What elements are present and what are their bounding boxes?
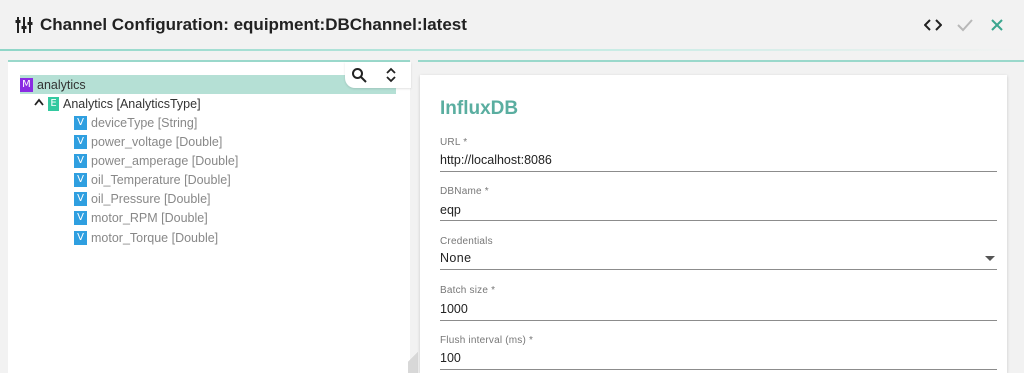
window-title: Channel Configuration: equipment:DBChann… (40, 15, 467, 34)
code-icon[interactable] (922, 14, 944, 36)
url-input[interactable]: http://localhost:8086 (440, 153, 552, 167)
variable-badge: V (74, 115, 87, 130)
variable-label: power_voltage [Double] (91, 134, 223, 149)
chevron-down-icon[interactable] (985, 256, 995, 261)
url-field-label: URL * (440, 137, 468, 148)
tree-node-entity[interactable]: E Analytics [AnalyticsType] (32, 94, 201, 113)
flush-interval-field-label: Flush interval (ms) * (440, 335, 534, 346)
entity-label: Analytics [AnalyticsType] (63, 96, 201, 111)
tree-node-variable[interactable]: V power_amperage [Double] (74, 151, 238, 170)
search-icon[interactable] (345, 63, 373, 87)
chevron-up-icon[interactable] (32, 98, 46, 109)
variable-badge: V (74, 230, 87, 245)
variable-label: power_amperage [Double] (91, 153, 239, 168)
entity-badge: E (48, 96, 59, 111)
batch-size-field-label: Batch size * (440, 285, 496, 296)
close-icon[interactable] (986, 14, 1008, 36)
batch-size-input[interactable]: 1000 (440, 302, 468, 316)
variable-label: oil_Pressure [Double] (91, 191, 211, 206)
dbname-field-label: DBName * (440, 186, 489, 197)
tree-node-variable[interactable]: V deviceType [String] (74, 113, 197, 132)
batch-size-underline (440, 320, 997, 321)
variable-badge: V (74, 153, 87, 168)
credentials-select[interactable]: None (440, 251, 471, 265)
tree-toolbar (345, 62, 411, 88)
variable-badge: V (74, 172, 87, 187)
model-label: analytics (37, 77, 86, 92)
tree-node-variable[interactable]: V motor_RPM [Double] (74, 208, 208, 227)
sliders-icon (15, 17, 33, 33)
card-title: InfluxDB (440, 98, 519, 119)
variable-label: motor_Torque [Double] (91, 230, 219, 245)
title-accent-line (0, 49, 1024, 51)
tree-node-variable[interactable]: V oil_Pressure [Double] (74, 189, 211, 208)
title-bar: Channel Configuration: equipment:DBChann… (0, 0, 1024, 50)
tree-node-variable[interactable]: V oil_Temperature [Double] (74, 170, 231, 189)
tree-node-variable[interactable]: V power_voltage [Double] (74, 132, 222, 151)
credentials-underline (440, 269, 997, 270)
panel-shadow (408, 340, 418, 373)
url-underline (440, 171, 997, 172)
variable-badge: V (74, 191, 87, 206)
flush-interval-input[interactable]: 100 (440, 351, 461, 365)
variable-label: oil_Temperature [Double] (91, 172, 231, 187)
check-icon[interactable] (954, 14, 976, 36)
variable-label: motor_RPM [Double] (91, 210, 208, 225)
variable-badge: V (74, 134, 87, 149)
tree-node-variable[interactable]: V motor_Torque [Double] (74, 228, 218, 247)
model-badge: M (20, 77, 33, 92)
flush-interval-underline (440, 369, 997, 370)
variable-badge: V (74, 210, 87, 225)
credentials-field-label: Credentials (440, 236, 493, 247)
tree-node-model[interactable]: M analytics (20, 75, 396, 94)
expand-collapse-icon[interactable] (377, 63, 405, 87)
dbname-underline (440, 220, 997, 221)
variable-label: deviceType [String] (91, 115, 198, 130)
dbname-input[interactable]: eqp (440, 203, 461, 217)
